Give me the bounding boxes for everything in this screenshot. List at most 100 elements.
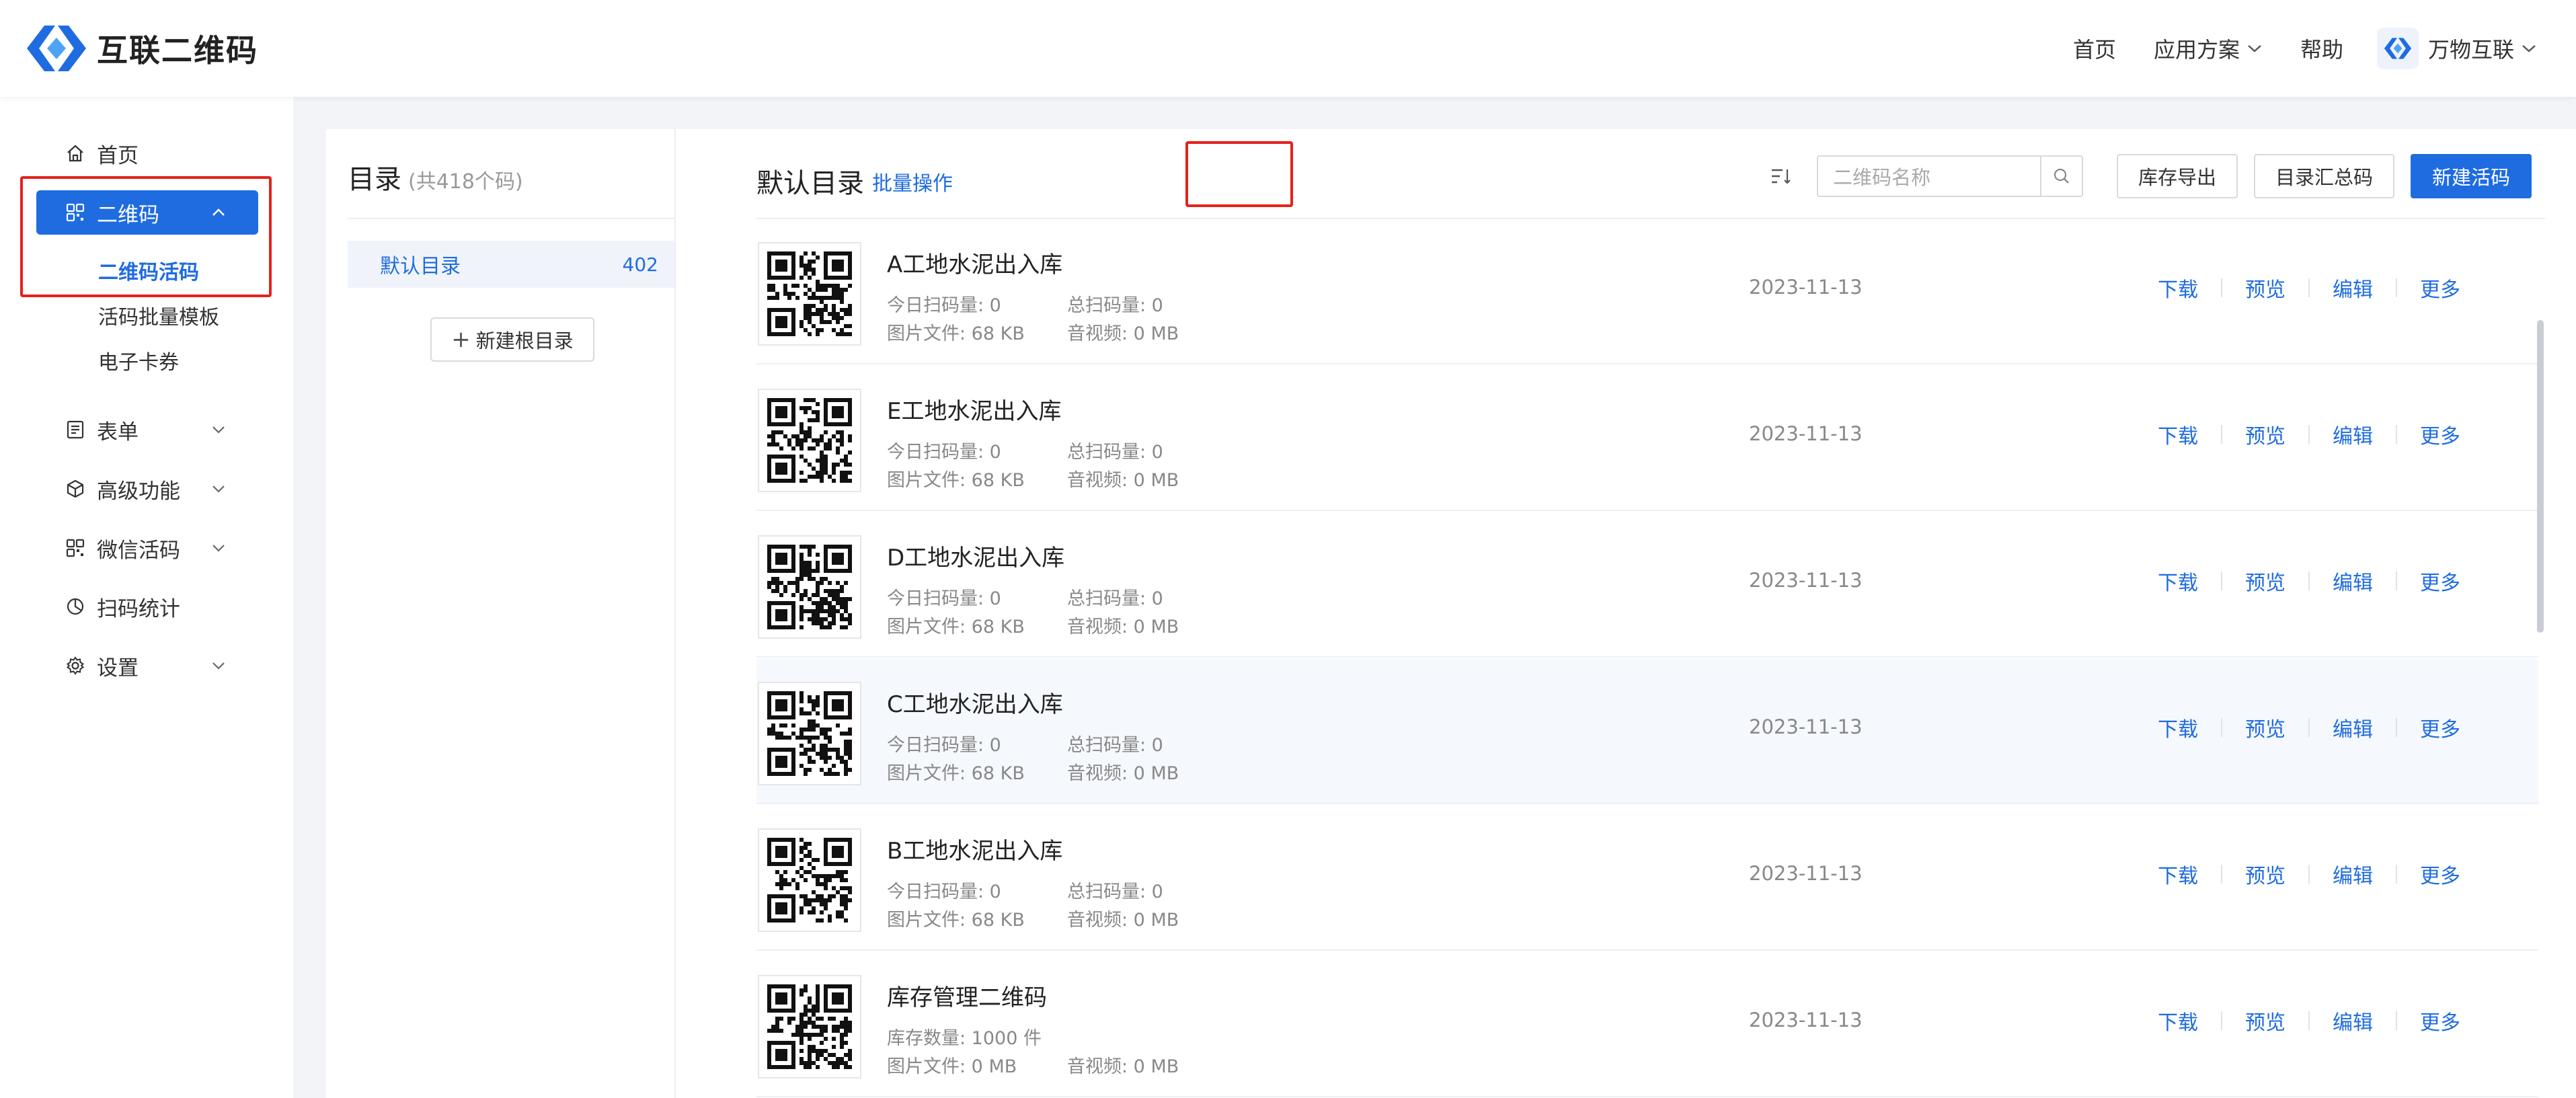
code-list-panel: 默认目录 批量操作 二维码名称 库存导出 目录汇总码 新建活码 A工地水泥出入库…	[756, 129, 2545, 1098]
new-root-directory-button[interactable]: + 新建根目录	[430, 317, 594, 362]
meta-image-size: 图片文件: 68 KB	[887, 910, 1025, 931]
directory-item-count: 402	[622, 253, 658, 276]
download-link[interactable]: 下载	[2156, 420, 2199, 449]
more-link[interactable]: 更多	[2419, 273, 2462, 303]
meta-primary: 库存数量: 1000 件	[887, 1028, 1042, 1049]
nav-home[interactable]: 首页	[2073, 33, 2116, 64]
qr-code-thumbnail[interactable]	[758, 535, 861, 639]
code-name[interactable]: D工地水泥出入库	[887, 539, 1064, 572]
row-actions: 下载 预览 编辑 更多	[2156, 566, 2462, 596]
edit-link[interactable]: 编辑	[2331, 273, 2374, 303]
sidebar-item-label: 表单	[97, 420, 139, 444]
search-input[interactable]: 二维码名称	[1816, 155, 2041, 197]
sort-icon[interactable]	[1770, 166, 1791, 186]
sidebar-item-wechat[interactable]: 微信活码	[36, 526, 258, 570]
preview-link[interactable]: 预览	[2244, 1006, 2287, 1035]
qr-code-thumbnail[interactable]	[758, 828, 861, 932]
download-link[interactable]: 下载	[2156, 713, 2199, 742]
download-link[interactable]: 下载	[2156, 1006, 2199, 1035]
preview-link[interactable]: 预览	[2244, 859, 2287, 889]
edit-link[interactable]: 编辑	[2331, 1006, 2374, 1035]
download-link[interactable]: 下载	[2156, 859, 2199, 889]
meta-media-size: 音视频: 0 MB	[1067, 763, 1179, 784]
divider	[2221, 278, 2222, 297]
qr-code-thumbnail[interactable]	[758, 242, 861, 346]
code-name[interactable]: C工地水泥出入库	[887, 686, 1063, 719]
divider	[2221, 1011, 2222, 1030]
more-link[interactable]: 更多	[2419, 713, 2462, 742]
list-item[interactable]: E工地水泥出入库 今日扫码量: 0 总扫码量: 0 图片文件: 68 KB 音视频: 0…	[756, 366, 2538, 511]
divider	[2396, 572, 2397, 590]
qr-code-thumbnail[interactable]	[758, 682, 861, 785]
pie-chart-icon	[63, 594, 87, 619]
list-header: 默认目录 批量操作 二维码名称 库存导出 目录汇总码 新建活码	[756, 149, 2545, 203]
grid-icon	[63, 536, 87, 560]
meta-total-scans: 总扫码量: 0	[1067, 442, 1163, 463]
nav-solutions[interactable]: 应用方案	[2154, 33, 2263, 64]
directory-summary-button[interactable]: 目录汇总码	[2253, 154, 2394, 198]
nav-help[interactable]: 帮助	[2300, 33, 2343, 64]
download-link[interactable]: 下载	[2156, 273, 2199, 303]
list-item[interactable]: A工地水泥出入库 今日扫码量: 0 总扫码量: 0 图片文件: 68 KB 音视频: 0…	[756, 219, 2538, 364]
divider	[2221, 572, 2222, 590]
meta-primary: 今日扫码量: 0	[887, 295, 1001, 316]
divider	[2396, 1011, 2397, 1030]
sidebar-item-qrcode[interactable]: 二维码	[36, 190, 258, 235]
download-link[interactable]: 下载	[2156, 566, 2199, 596]
meta-media-size: 音视频: 0 MB	[1067, 1056, 1179, 1077]
chevron-down-icon	[212, 426, 225, 434]
divider	[2308, 278, 2310, 297]
preview-link[interactable]: 预览	[2244, 566, 2287, 596]
more-link[interactable]: 更多	[2419, 859, 2462, 889]
more-link[interactable]: 更多	[2419, 420, 2462, 449]
sidebar-sub-item-active-code[interactable]: 二维码活码	[98, 253, 199, 287]
scrollbar[interactable]	[2536, 219, 2545, 1098]
scrollbar-thumb[interactable]	[2537, 320, 2544, 633]
sidebar-sub-item-batch-template[interactable]: 活码批量模板	[98, 299, 219, 332]
new-code-button[interactable]: 新建活码	[2410, 154, 2532, 198]
qr-code-thumbnail[interactable]	[758, 975, 861, 1079]
directory-item-default[interactable]: 默认目录 402	[348, 241, 674, 288]
export-inventory-button[interactable]: 库存导出	[2116, 154, 2238, 198]
sidebar-sub-item-e-coupon[interactable]: 电子卡券	[98, 344, 179, 377]
search-button[interactable]	[2041, 155, 2083, 197]
sidebar-item-advanced[interactable]: 高级功能	[36, 467, 258, 511]
row-actions: 下载 预览 编辑 更多	[2156, 1006, 2462, 1035]
divider	[2396, 718, 2397, 737]
edit-link[interactable]: 编辑	[2331, 859, 2374, 889]
code-name[interactable]: A工地水泥出入库	[887, 246, 1062, 279]
sidebar-item-stats[interactable]: 扫码统计	[36, 584, 258, 629]
list-toolbar: 二维码名称 库存导出 目录汇总码 新建活码	[1770, 149, 2532, 203]
user-menu[interactable]: 万物互联	[2376, 28, 2537, 69]
new-root-directory-label: 新建根目录	[475, 329, 574, 352]
sidebar-item-home[interactable]: 首页	[36, 131, 258, 175]
edit-link[interactable]: 编辑	[2331, 420, 2374, 449]
list-item[interactable]: B工地水泥出入库 今日扫码量: 0 总扫码量: 0 图片文件: 68 KB 音视频: 0…	[756, 806, 2538, 951]
more-link[interactable]: 更多	[2419, 566, 2462, 596]
code-name[interactable]: B工地水泥出入库	[887, 832, 1062, 865]
list-title: 默认目录	[756, 168, 864, 199]
list-item[interactable]: C工地水泥出入库 今日扫码量: 0 总扫码量: 0 图片文件: 68 KB 音视频: 0…	[756, 659, 2538, 804]
divider	[2308, 865, 2310, 884]
list-item[interactable]: D工地水泥出入库 今日扫码量: 0 总扫码量: 0 图片文件: 68 KB 音视频: 0…	[756, 512, 2538, 658]
more-link[interactable]: 更多	[2419, 1006, 2462, 1035]
logo[interactable]: 互联二维码	[24, 20, 258, 77]
divider	[2308, 1011, 2310, 1030]
code-name[interactable]: E工地水泥出入库	[887, 393, 1061, 426]
preview-link[interactable]: 预览	[2244, 420, 2287, 449]
meta-primary: 今日扫码量: 0	[887, 735, 1001, 756]
preview-link[interactable]: 预览	[2244, 713, 2287, 742]
chevron-down-icon	[212, 485, 225, 493]
edit-link[interactable]: 编辑	[2331, 713, 2374, 742]
directory-title: 目录 (共418个码)	[348, 157, 523, 196]
edit-link[interactable]: 编辑	[2331, 566, 2374, 596]
meta-total-scans: 总扫码量: 0	[1067, 881, 1163, 902]
sidebar-item-settings[interactable]: 设置	[36, 643, 258, 688]
code-name[interactable]: 库存管理二维码	[887, 979, 1047, 1012]
avatar	[2376, 28, 2419, 69]
list-item[interactable]: 库存管理二维码 库存数量: 1000 件图片文件: 0 MB 音视频: 0 MB 20…	[756, 952, 2538, 1097]
sidebar-item-form[interactable]: 表单	[36, 407, 258, 452]
qr-code-thumbnail[interactable]	[758, 389, 861, 492]
preview-link[interactable]: 预览	[2244, 273, 2287, 303]
batch-operation-link[interactable]: 批量操作	[872, 167, 953, 196]
